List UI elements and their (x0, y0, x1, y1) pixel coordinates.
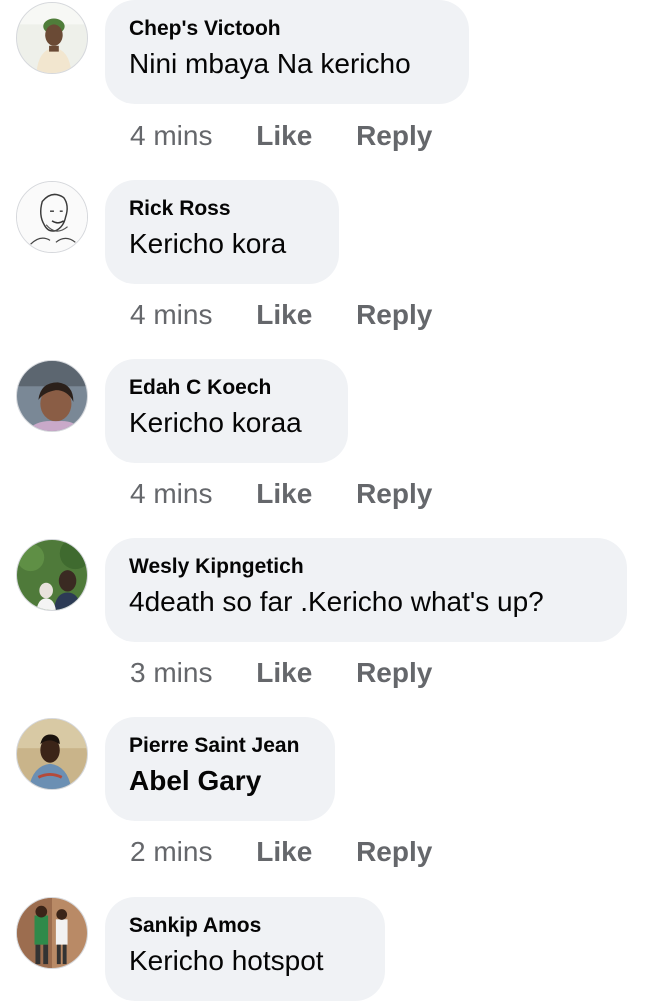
comment-timestamp[interactable]: 4 mins (130, 298, 212, 332)
comment-bubble: Rick Ross Kericho kora (105, 180, 339, 284)
like-button[interactable]: Like (256, 119, 312, 153)
comment-text: Kericho kora (129, 228, 287, 259)
profile-photo-icon (17, 898, 87, 968)
comment-timestamp[interactable]: 4 mins (130, 119, 212, 153)
profile-photo-icon (17, 3, 87, 73)
comment-author[interactable]: Chep's Victooh (129, 16, 445, 42)
comment-bubble: Pierre Saint Jean Abel Gary (105, 717, 335, 821)
comment-actions: 4 mins Like Reply (130, 119, 432, 153)
profile-photo-icon (17, 540, 87, 610)
like-button[interactable]: Like (256, 656, 312, 690)
comment-bubble: Edah C Koech Kericho koraa (105, 359, 348, 463)
reply-button[interactable]: Reply (356, 119, 432, 153)
comment-text: 4death so far .Kericho what's up? (129, 586, 544, 617)
comment-actions: 4 mins Like Reply (130, 477, 432, 511)
avatar[interactable] (16, 539, 88, 611)
avatar[interactable] (16, 360, 88, 432)
avatar[interactable] (16, 2, 88, 74)
avatar[interactable] (16, 718, 88, 790)
avatar[interactable] (16, 181, 88, 253)
reply-button[interactable]: Reply (356, 656, 432, 690)
comment-author[interactable]: Sankip Amos (129, 913, 361, 939)
avatar[interactable] (16, 897, 88, 969)
comment-text: Nini mbaya Na kericho (129, 48, 411, 79)
reply-button[interactable]: Reply (356, 477, 432, 511)
profile-photo-icon (17, 361, 87, 431)
comment-bubble: Wesly Kipngetich 4death so far .Kericho … (105, 538, 627, 642)
profile-photo-icon (17, 182, 87, 252)
comment-bubble: Sankip Amos Kericho hotspot (105, 897, 385, 1001)
comment-timestamp[interactable]: 2 mins (130, 835, 212, 869)
comment-author[interactable]: Wesly Kipngetich (129, 554, 603, 580)
comment-author[interactable]: Pierre Saint Jean (129, 733, 311, 759)
like-button[interactable]: Like (256, 835, 312, 869)
comment-timestamp[interactable]: 3 mins (130, 656, 212, 690)
comment-text: Kericho hotspot (129, 945, 324, 976)
comment-actions: 3 mins Like Reply (130, 656, 432, 690)
comment-author[interactable]: Rick Ross (129, 196, 315, 222)
like-button[interactable]: Like (256, 477, 312, 511)
comment-author[interactable]: Edah C Koech (129, 375, 324, 401)
comment-actions: 2 mins Like Reply (130, 835, 432, 869)
reply-button[interactable]: Reply (356, 835, 432, 869)
comment-bubble: Chep's Victooh Nini mbaya Na kericho (105, 0, 469, 104)
comment-timestamp[interactable]: 4 mins (130, 477, 212, 511)
profile-photo-icon (17, 719, 87, 789)
like-button[interactable]: Like (256, 298, 312, 332)
comment-text: Abel Gary (129, 765, 262, 796)
reply-button[interactable]: Reply (356, 298, 432, 332)
comment-text: Kericho koraa (129, 407, 302, 438)
comment-actions: 4 mins Like Reply (130, 298, 432, 332)
